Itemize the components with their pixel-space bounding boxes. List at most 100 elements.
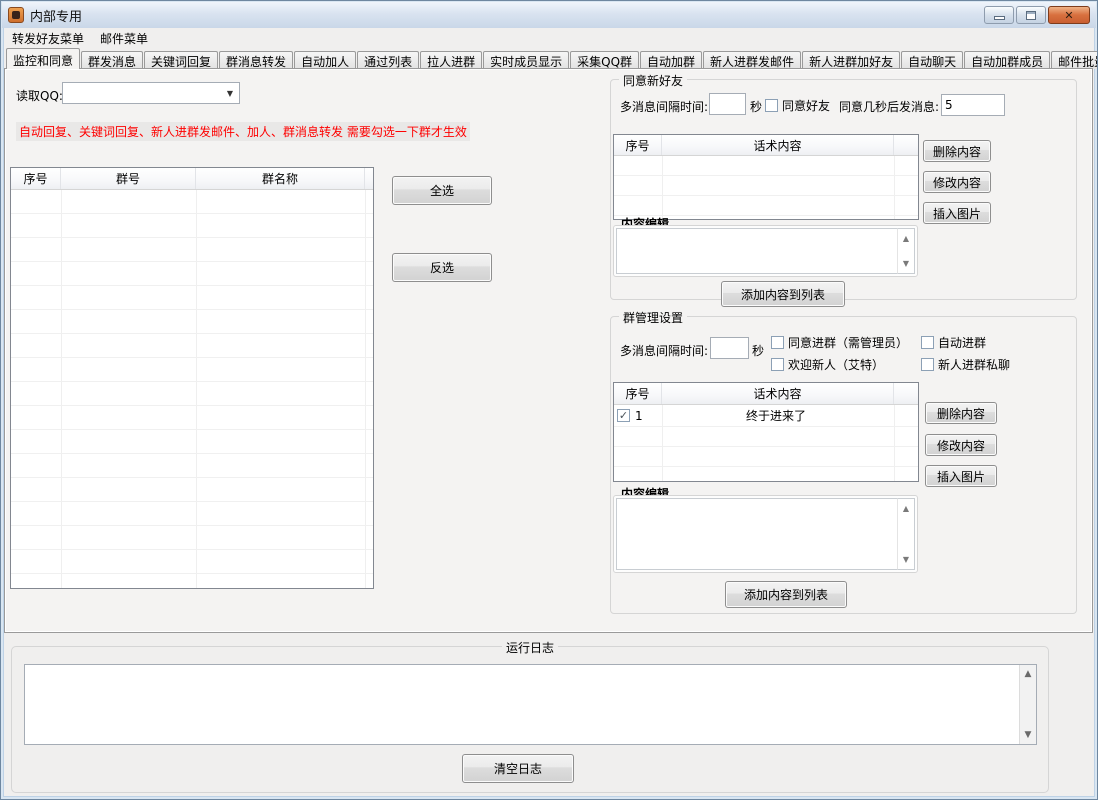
read-qq-combobox[interactable]: ▼ bbox=[62, 82, 240, 104]
tab-pull-into-group[interactable]: 拉人进群 bbox=[420, 51, 482, 69]
column-header-filler bbox=[365, 168, 373, 189]
manage-interval-unit: 秒 bbox=[752, 342, 764, 359]
friend-content-list[interactable]: 序号 话术内容 bbox=[613, 134, 919, 220]
group-list-table[interactable]: 序号 群号 群名称 bbox=[10, 167, 374, 589]
friend-editor-textarea[interactable] bbox=[616, 228, 897, 274]
row-checkbox[interactable]: ✓ bbox=[617, 409, 630, 422]
close-button[interactable]: ✕ bbox=[1048, 6, 1090, 24]
tab-monitor-agree[interactable]: 监控和同意 bbox=[6, 48, 80, 69]
tab-page-monitor-agree: 读取QQ: ▼ 自动回复、关键词回复、新人进群发邮件、加人、群消息转发 需要勾选… bbox=[4, 68, 1093, 633]
clear-log-button[interactable]: 清空日志 bbox=[462, 754, 574, 783]
run-log-scrollbar[interactable]: ▲ ▼ bbox=[1019, 665, 1036, 744]
friend-interval-label: 多消息间隔时间: bbox=[620, 98, 708, 115]
auto-join-checkbox-row[interactable]: 自动进群 bbox=[921, 334, 986, 351]
scroll-up-icon[interactable]: ▲ bbox=[898, 504, 914, 513]
welcome-newcomer-checkbox[interactable] bbox=[771, 358, 784, 371]
tab-mail-batch-send[interactable]: 邮件批量发送 bbox=[1051, 51, 1098, 69]
agree-new-friend-title: 同意新好友 bbox=[619, 72, 687, 89]
scroll-down-icon[interactable]: ▼ bbox=[898, 555, 914, 564]
tab-mass-message[interactable]: 群发消息 bbox=[81, 51, 143, 69]
column-header-group-name[interactable]: 群名称 bbox=[196, 168, 365, 189]
window-title: 内部专用 bbox=[30, 6, 82, 25]
manage-list-row[interactable]: ✓ 1 终于进来了 bbox=[614, 405, 918, 427]
scroll-up-icon[interactable]: ▲ bbox=[1020, 669, 1036, 679]
column-header-index[interactable]: 序号 bbox=[11, 168, 61, 189]
run-log-box: ▲ ▼ bbox=[24, 664, 1037, 745]
welcome-newcomer-label: 欢迎新人（艾特） bbox=[788, 356, 884, 373]
agree-friend-label: 同意好友 bbox=[782, 97, 830, 114]
tab-strip: 监控和同意 群发消息 关键词回复 群消息转发 自动加人 通过列表 拉人进群 实时… bbox=[4, 48, 1094, 69]
menu-forward-friend[interactable]: 转发好友菜单 bbox=[4, 28, 92, 49]
tab-keyword-reply[interactable]: 关键词回复 bbox=[144, 51, 218, 69]
friend-interval-unit: 秒 bbox=[750, 98, 762, 115]
titlebar: 内部专用 ✕ bbox=[2, 2, 1096, 28]
welcome-newcomer-checkbox-row[interactable]: 欢迎新人（艾特） bbox=[771, 356, 884, 373]
manage-interval-label: 多消息间隔时间: bbox=[620, 342, 708, 359]
app-icon bbox=[8, 7, 24, 23]
maximize-button[interactable] bbox=[1016, 6, 1046, 24]
run-log-title: 运行日志 bbox=[502, 639, 558, 656]
menubar: 转发好友菜单 邮件菜单 bbox=[4, 28, 1094, 48]
manage-col-index[interactable]: 序号 bbox=[614, 383, 662, 404]
group-manage-settings-group: 群管理设置 多消息间隔时间: 秒 同意进群（需管理员） 自动进群 欢迎新人（艾特… bbox=[610, 316, 1077, 614]
minimize-button[interactable] bbox=[984, 6, 1014, 24]
tab-newcomer-mail[interactable]: 新人进群发邮件 bbox=[703, 51, 801, 69]
tab-group-msg-forward[interactable]: 群消息转发 bbox=[219, 51, 293, 69]
invert-select-button[interactable]: 反选 bbox=[392, 253, 492, 282]
minimize-icon bbox=[994, 16, 1005, 20]
menu-mail[interactable]: 邮件菜单 bbox=[92, 28, 156, 49]
run-log-group: 运行日志 ▲ ▼ 清空日志 bbox=[11, 646, 1049, 793]
close-icon: ✕ bbox=[1064, 10, 1073, 21]
friend-insert-image-button[interactable]: 插入图片 bbox=[923, 202, 991, 224]
agree-join-checkbox-row[interactable]: 同意进群（需管理员） bbox=[771, 334, 908, 351]
select-all-button[interactable]: 全选 bbox=[392, 176, 492, 205]
newcomer-private-chat-label: 新人进群私聊 bbox=[938, 356, 1010, 373]
manage-editor-scrollbar[interactable]: ▲ ▼ bbox=[897, 498, 915, 570]
friend-modify-button[interactable]: 修改内容 bbox=[923, 171, 991, 193]
tab-newcomer-add-friend[interactable]: 新人进群加好友 bbox=[802, 51, 900, 69]
tab-realtime-members[interactable]: 实时成员显示 bbox=[483, 51, 569, 69]
agree-friend-checkbox[interactable] bbox=[765, 99, 778, 112]
app-window: 内部专用 ✕ 转发好友菜单 邮件菜单 监控和同意 群发消息 关键词回复 群消息转… bbox=[0, 0, 1098, 800]
warning-text: 自动回复、关键词回复、新人进群发邮件、加人、群消息转发 需要勾选一下群才生效 bbox=[16, 122, 470, 141]
scroll-down-icon[interactable]: ▼ bbox=[898, 259, 914, 268]
scroll-up-icon[interactable]: ▲ bbox=[898, 234, 914, 243]
scroll-down-icon[interactable]: ▼ bbox=[1020, 730, 1036, 740]
manage-insert-image-button[interactable]: 插入图片 bbox=[925, 465, 997, 487]
combo-arrow-icon: ▼ bbox=[227, 89, 233, 98]
friend-col-content[interactable]: 话术内容 bbox=[662, 135, 894, 155]
manage-editor-textarea[interactable] bbox=[616, 498, 897, 570]
agree-friend-checkbox-row[interactable]: 同意好友 bbox=[765, 97, 830, 114]
auto-join-checkbox[interactable] bbox=[921, 336, 934, 349]
row-index: 1 bbox=[635, 409, 661, 423]
friend-delay-input[interactable] bbox=[941, 94, 1005, 116]
tab-collect-qq-groups[interactable]: 采集QQ群 bbox=[570, 51, 639, 69]
group-manage-title: 群管理设置 bbox=[619, 309, 687, 326]
run-log-textarea[interactable] bbox=[25, 665, 1019, 744]
tab-auto-chat[interactable]: 自动聊天 bbox=[901, 51, 963, 69]
friend-add-content-button[interactable]: 添加内容到列表 bbox=[721, 281, 845, 307]
manage-interval-input[interactable] bbox=[710, 337, 749, 359]
friend-editor-scrollbar[interactable]: ▲ ▼ bbox=[897, 228, 915, 274]
column-header-group-no[interactable]: 群号 bbox=[61, 168, 196, 189]
newcomer-private-chat-checkbox-row[interactable]: 新人进群私聊 bbox=[921, 356, 1010, 373]
manage-editor-box: ▲ ▼ bbox=[613, 495, 918, 573]
manage-delete-button[interactable]: 删除内容 bbox=[925, 402, 997, 424]
tab-through-list[interactable]: 通过列表 bbox=[357, 51, 419, 69]
manage-col-content[interactable]: 话术内容 bbox=[662, 383, 894, 404]
agree-new-friend-group: 同意新好友 多消息间隔时间: 秒 同意好友 同意几秒后发消息: 序号 话术内容 bbox=[610, 79, 1077, 300]
manage-modify-button[interactable]: 修改内容 bbox=[925, 434, 997, 456]
manage-content-list[interactable]: 序号 话术内容 ✓ 1 终于进来了 bbox=[613, 382, 919, 482]
tab-auto-join-group[interactable]: 自动加群 bbox=[640, 51, 702, 69]
tab-auto-add-group-members[interactable]: 自动加群成员 bbox=[964, 51, 1050, 69]
agree-join-label: 同意进群（需管理员） bbox=[788, 334, 908, 351]
friend-delete-button[interactable]: 删除内容 bbox=[923, 140, 991, 162]
read-qq-label: 读取QQ: bbox=[16, 87, 63, 104]
tab-auto-add-people[interactable]: 自动加人 bbox=[294, 51, 356, 69]
newcomer-private-chat-checkbox[interactable] bbox=[921, 358, 934, 371]
friend-interval-input[interactable] bbox=[709, 93, 746, 115]
agree-join-checkbox[interactable] bbox=[771, 336, 784, 349]
friend-delay-label: 同意几秒后发消息: bbox=[839, 98, 939, 115]
manage-add-content-button[interactable]: 添加内容到列表 bbox=[725, 581, 847, 608]
friend-col-index[interactable]: 序号 bbox=[614, 135, 662, 155]
